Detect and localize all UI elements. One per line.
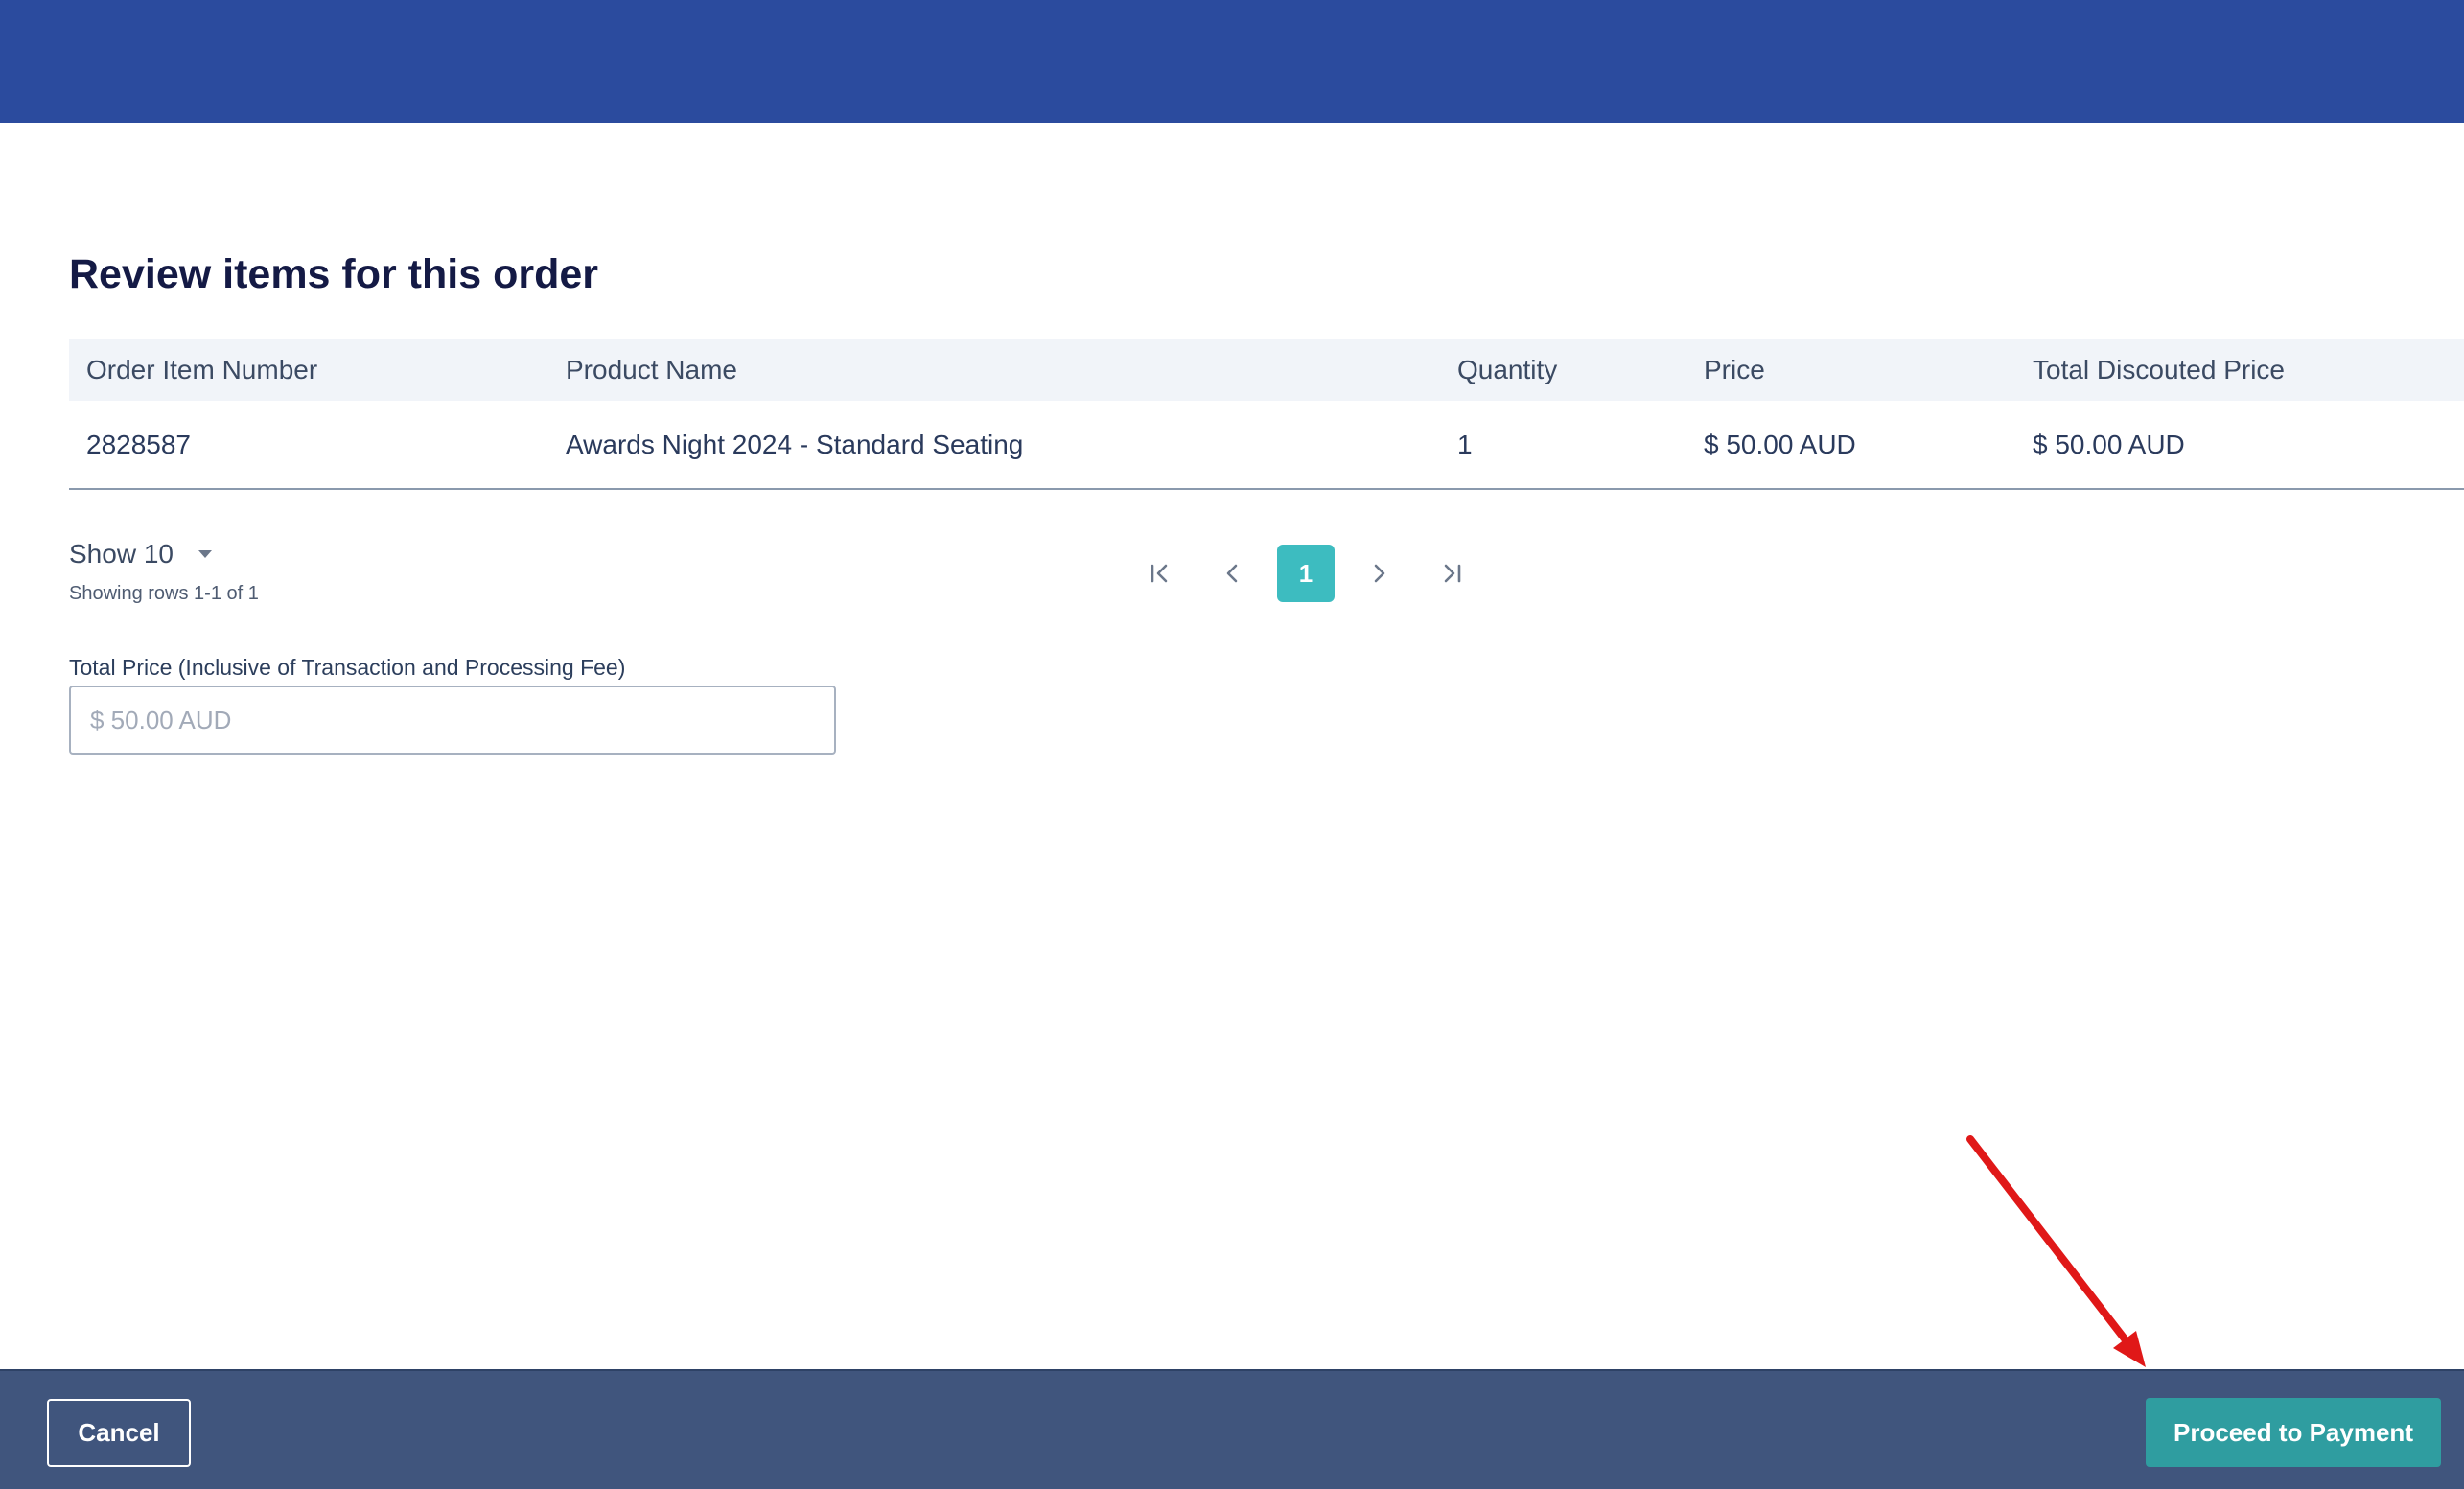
table-header-row: Order Item Number Product Name Quantity … (69, 339, 2464, 401)
caret-down-icon (198, 550, 212, 558)
order-items-table: Order Item Number Product Name Quantity … (69, 339, 2464, 490)
page-1-button[interactable]: 1 (1277, 545, 1335, 602)
cell-price: $ 50.00 AUD (1704, 429, 1856, 459)
previous-page-icon (1226, 564, 1238, 583)
total-price-label: Total Price (Inclusive of Transaction an… (69, 655, 626, 680)
header-product-name: Product Name (566, 355, 737, 384)
cancel-button[interactable]: Cancel (47, 1399, 191, 1467)
cell-quantity: 1 (1457, 429, 1473, 459)
header-order-item-number: Order Item Number (86, 355, 318, 384)
cell-total-discounted-price: $ 50.00 AUD (2033, 429, 2185, 459)
top-header-bar (0, 0, 2464, 123)
last-page-icon (1444, 564, 1461, 583)
page-title: Review items for this order (69, 251, 598, 297)
cell-product-name: Awards Night 2024 - Standard Seating (566, 429, 1024, 459)
rows-info-text: Showing rows 1-1 of 1 (69, 583, 259, 604)
rows-per-page-select[interactable]: Show 10 (69, 539, 212, 570)
next-page-icon (1374, 564, 1385, 583)
header-total-discounted-price: Total Discouted Price (2033, 355, 2286, 384)
next-page-button[interactable] (1350, 545, 1407, 602)
total-price-input[interactable] (69, 686, 836, 755)
first-page-icon (1151, 564, 1168, 583)
proceed-to-payment-button[interactable]: Proceed to Payment (2146, 1398, 2441, 1467)
last-page-button[interactable] (1423, 545, 1480, 602)
cell-order-item-number: 2828587 (86, 429, 192, 459)
header-price: Price (1704, 355, 1765, 384)
first-page-button[interactable] (1131, 545, 1189, 602)
previous-page-button[interactable] (1204, 545, 1262, 602)
annotation-arrow-icon (1966, 1135, 2146, 1367)
header-quantity: Quantity (1457, 355, 1558, 384)
footer-bar: Cancel Proceed to Payment (0, 1369, 2464, 1489)
table-row: 2828587 Awards Night 2024 - Standard Sea… (69, 401, 2464, 490)
rows-per-page-label: Show 10 (69, 539, 174, 569)
